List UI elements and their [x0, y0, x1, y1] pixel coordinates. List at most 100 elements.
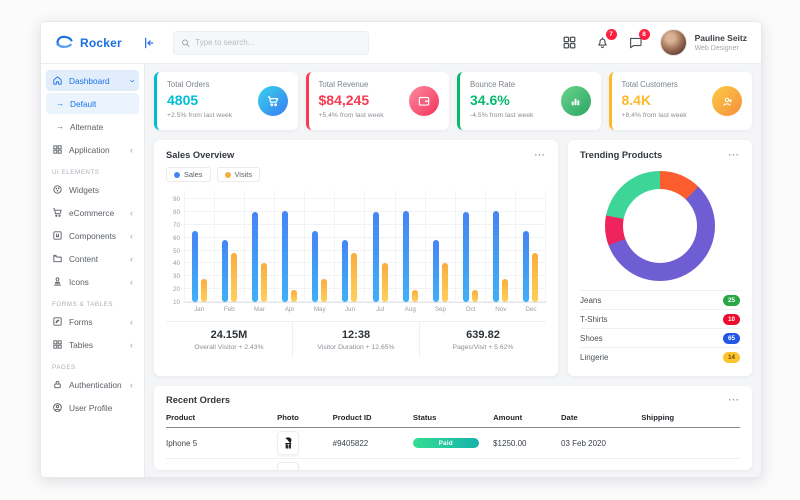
sidebar-item-user-profile[interactable]: User Profile [46, 397, 139, 418]
bar-group-aug [395, 191, 425, 302]
user-menu[interactable]: Pauline Seitz Web Designer [660, 29, 747, 56]
card-menu-button[interactable]: ⋯ [728, 397, 740, 403]
bar-visits[interactable] [231, 253, 237, 302]
sidebar-item-widgets[interactable]: Widgets [46, 179, 139, 200]
bar-sales[interactable] [373, 212, 379, 302]
bar-visits[interactable] [472, 290, 478, 302]
legend-item-visits[interactable]: Visits [217, 167, 261, 182]
sidebar-item-default[interactable]: → Default [46, 93, 139, 114]
sidebar-item-authentication[interactable]: Authentication ‹ [46, 374, 139, 395]
bar-visits[interactable] [412, 290, 418, 302]
bar-sales[interactable] [342, 240, 348, 302]
sidebar-section-label: PAGES [52, 364, 133, 371]
form-pencil-icon [52, 316, 63, 327]
sidebar: Dashboard ‹ → Default → Alternate Applic… [41, 64, 145, 477]
search-bar[interactable] [173, 31, 369, 55]
y-tick-label: 20 [173, 286, 180, 293]
sidebar-item-label: Application [69, 145, 124, 155]
stat-card-total-revenue[interactable]: Total Revenue $84,245 +5.4% from last we… [306, 72, 450, 130]
product-photo[interactable] [277, 462, 299, 470]
trending-item-tshirts[interactable]: T-Shirts 10 [580, 309, 740, 328]
column-header[interactable]: Status [413, 413, 493, 422]
bar-visits[interactable] [502, 279, 508, 302]
search-input[interactable] [195, 38, 361, 47]
table-grid-icon [52, 339, 63, 350]
bar-sales[interactable] [403, 211, 409, 302]
legend-dot [174, 172, 180, 178]
count-badge: 10 [723, 314, 740, 325]
sales-overview-card: Sales Overview ⋯ Sales Visits [154, 140, 558, 376]
order-row-partial[interactable] [166, 459, 740, 470]
customers-icon [712, 86, 742, 116]
bar-sales[interactable] [493, 211, 499, 302]
bar-sales[interactable] [523, 231, 529, 302]
footer-stat-pages-visit: 639.82 Pages/Visit + 5.62% [420, 322, 546, 357]
legend-label: Visits [235, 170, 253, 179]
sidebar-item-content[interactable]: Content ‹ [46, 248, 139, 269]
footer-stat-overall-visitor: 24.15M Overall Visitor + 2.43% [166, 322, 293, 357]
trending-item-lingerie[interactable]: Lingerie 14 [580, 347, 740, 366]
bar-sales[interactable] [252, 212, 258, 302]
trending-item-shoes[interactable]: Shoes 65 [580, 328, 740, 347]
trending-item-jeans[interactable]: Jeans 25 [580, 290, 740, 309]
messages-button[interactable]: 8 [627, 34, 644, 51]
bar-sales[interactable] [192, 231, 198, 302]
card-menu-button[interactable]: ⋯ [728, 152, 740, 158]
grid-icon [52, 144, 63, 155]
stat-card-bounce-rate[interactable]: Bounce Rate 34.6% -4.5% from last week [457, 72, 601, 130]
stat-card-total-customers[interactable]: Total Customers 8.4K +8.4% from last wee… [609, 72, 753, 130]
footer-stat-label: Overall Visitor + 2.43% [166, 344, 292, 351]
bar-sales[interactable] [312, 231, 318, 302]
column-header[interactable]: Shipping [641, 413, 740, 422]
footer-stat-label: Visitor Duration + 12.65% [293, 344, 419, 351]
bar-group-mar [244, 191, 274, 302]
search-icon [181, 38, 190, 48]
bar-sales[interactable] [433, 240, 439, 302]
status-badge: Paid [413, 438, 479, 448]
sidebar-item-label: Forms [69, 317, 124, 327]
sidebar-item-components[interactable]: Components ‹ [46, 225, 139, 246]
column-header[interactable]: Date [561, 413, 641, 422]
bar-visits[interactable] [532, 253, 538, 302]
apps-grid-button[interactable] [561, 34, 578, 51]
top-header: Rocker [41, 22, 761, 64]
chevron-down-icon: ‹ [127, 79, 137, 82]
sidebar-item-tables[interactable]: Tables ‹ [46, 334, 139, 355]
column-header[interactable]: Product [166, 413, 277, 422]
sidebar-item-dashboard[interactable]: Dashboard ‹ [46, 70, 139, 91]
sidebar-item-alternate[interactable]: → Alternate [46, 116, 139, 137]
bar-visits[interactable] [442, 263, 448, 302]
column-header[interactable]: Amount [493, 413, 561, 422]
x-tick-label: Jun [335, 306, 365, 313]
sidebar-item-application[interactable]: Application ‹ [46, 139, 139, 160]
notifications-button[interactable]: 7 [594, 34, 611, 51]
bar-group-jun [334, 191, 364, 302]
product-photo[interactable] [277, 431, 299, 455]
bar-visits[interactable] [351, 253, 357, 302]
sidebar-collapse-button[interactable] [137, 32, 159, 54]
card-menu-button[interactable]: ⋯ [534, 152, 546, 158]
bar-visits[interactable] [261, 263, 267, 302]
bar-sales[interactable] [282, 211, 288, 302]
count-badge: 14 [723, 352, 740, 363]
column-header[interactable]: Photo [277, 413, 333, 422]
user-name: Pauline Seitz [695, 33, 747, 43]
brand-logo[interactable]: Rocker [41, 33, 137, 53]
bar-sales[interactable] [463, 212, 469, 302]
legend-item-sales[interactable]: Sales [166, 167, 211, 182]
bar-visits[interactable] [321, 279, 327, 302]
y-tick-label: 60 [173, 235, 180, 242]
bar-visits[interactable] [291, 290, 297, 302]
sidebar-item-ecommerce[interactable]: eCommerce ‹ [46, 202, 139, 223]
trending-label: T-Shirts [580, 315, 608, 324]
sidebar-item-icons[interactable]: Icons ‹ [46, 271, 139, 292]
bar-visits[interactable] [382, 263, 388, 302]
bar-sales[interactable] [222, 240, 228, 302]
stat-card-total-orders[interactable]: Total Orders 4805 +2.5% from last week [154, 72, 298, 130]
order-row[interactable]: Iphone 5 #9405822 Paid $1250.00 [166, 428, 740, 459]
sidebar-item-forms[interactable]: Forms ‹ [46, 311, 139, 332]
logo-icon [54, 33, 74, 53]
column-header[interactable]: Product ID [333, 413, 413, 422]
x-tick-label: Oct [456, 306, 486, 313]
bar-visits[interactable] [201, 279, 207, 302]
